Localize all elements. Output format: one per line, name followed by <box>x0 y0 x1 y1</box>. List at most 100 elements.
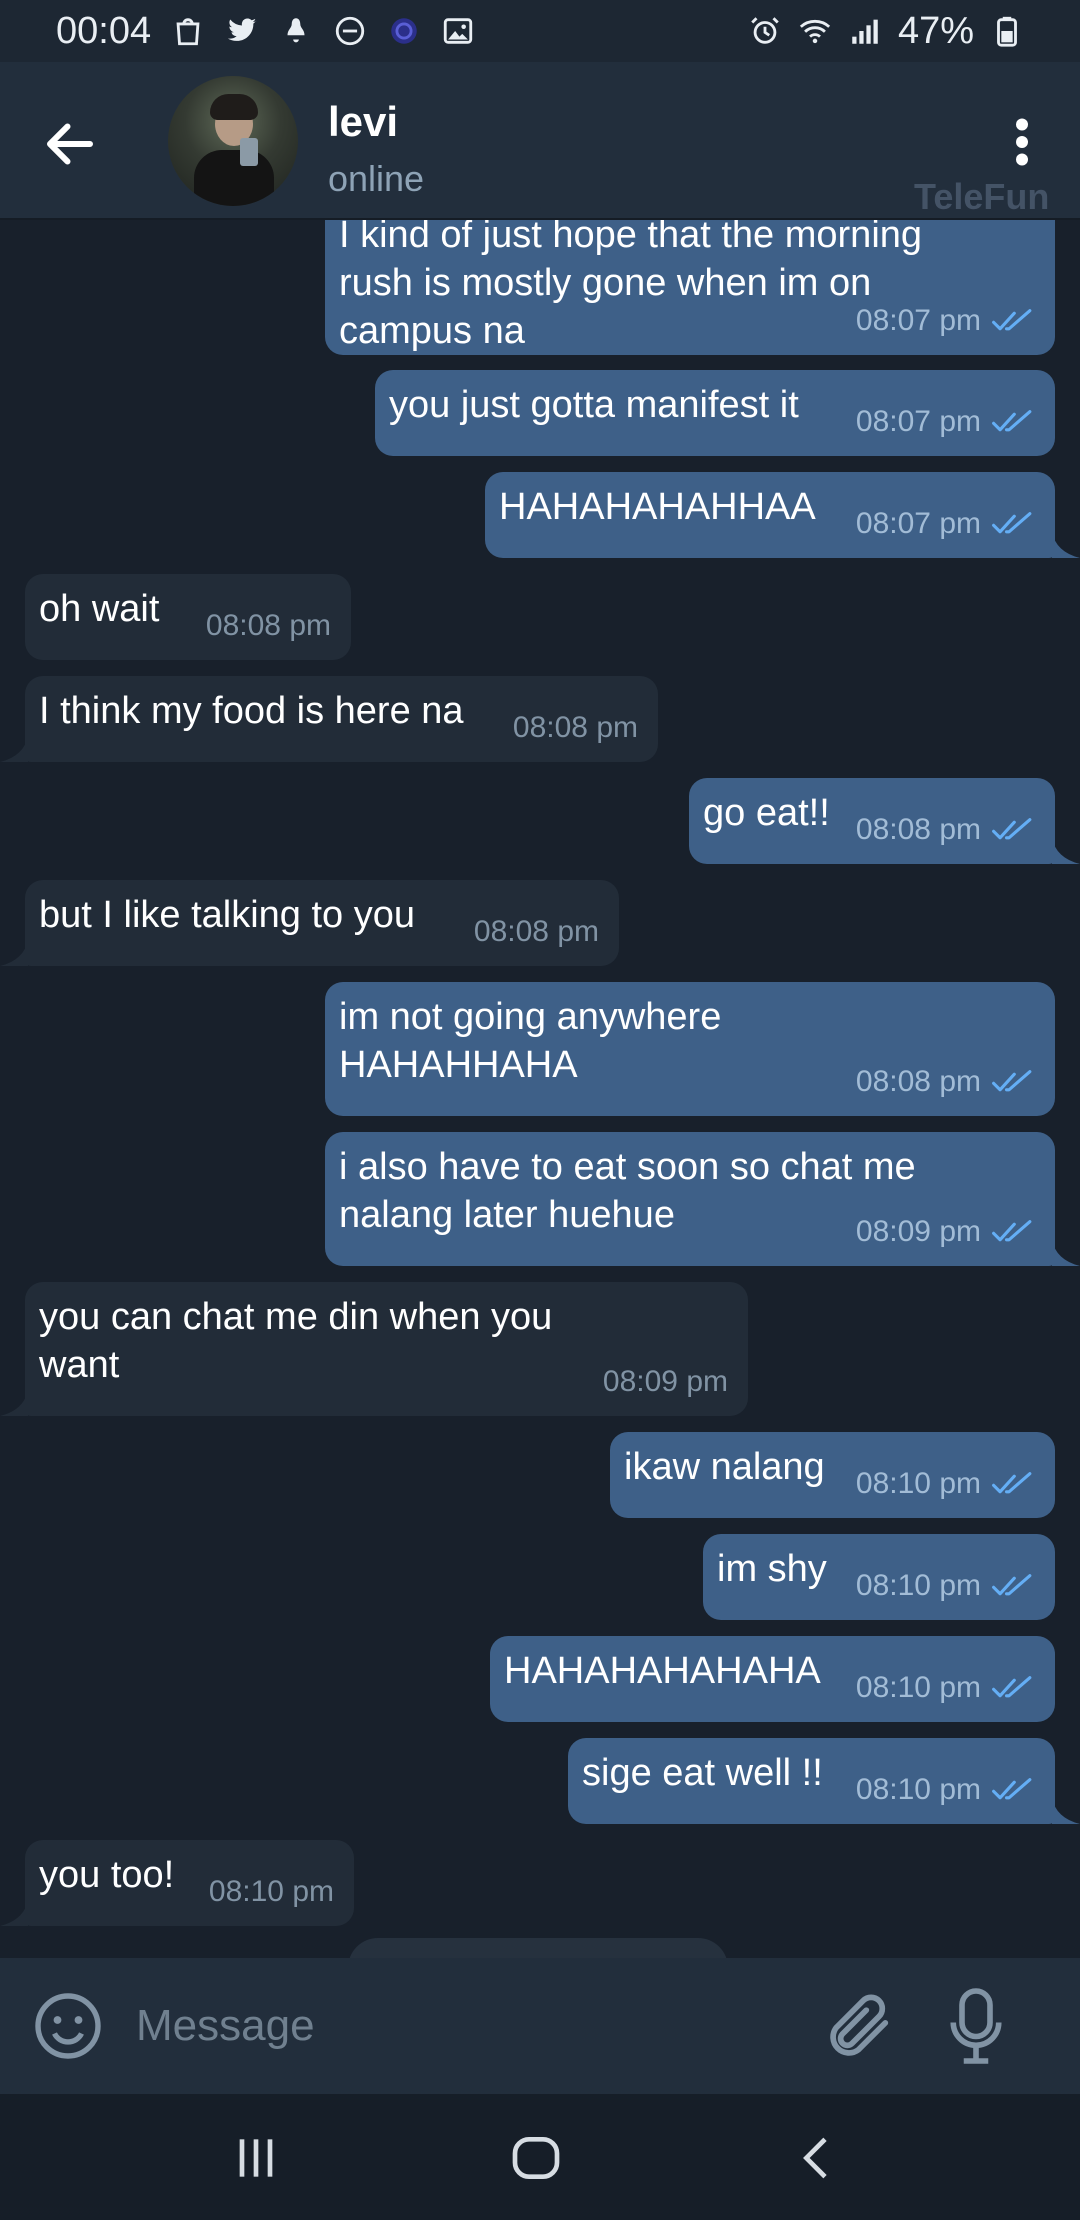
incoming-message[interactable]: you can chat me din when you want 08:09 pm <box>0 1282 1080 1416</box>
message-bubble[interactable]: sige eat well !! 08:10 pm <box>568 1738 1055 1824</box>
message-time: 08:10 pm <box>855 1671 981 1704</box>
message-time: 08:08 pm <box>512 711 638 744</box>
bubble-tail <box>0 736 28 762</box>
message-meta: 08:07 pm <box>856 500 1035 548</box>
message-text: im not going anywhere <box>339 996 722 1038</box>
incoming-message[interactable]: but I like talking to you 08:08 pm <box>0 880 1080 966</box>
message-input[interactable] <box>136 1988 796 2064</box>
contact-avatar[interactable] <box>168 76 298 206</box>
contact-status: online <box>328 158 425 199</box>
outgoing-message[interactable]: HAHAHAHAHAHA 08:10 pm <box>0 1636 1080 1722</box>
message-bubble[interactable]: HAHAHAHAHHAA 08:07 pm <box>485 472 1055 558</box>
read-receipt-icon <box>992 1070 1032 1092</box>
bubble-tail <box>1052 1240 1080 1266</box>
signal-icon <box>852 19 878 44</box>
dnd-icon <box>335 16 365 46</box>
outgoing-message[interactable]: im not going anywhere HAHAHHAHA 08:08 pm <box>0 982 1080 1116</box>
outgoing-message[interactable]: im shy 08:10 pm <box>0 1534 1080 1620</box>
contact-name[interactable]: levi <box>328 98 398 146</box>
gallery-icon <box>443 18 473 44</box>
message-meta: 08:09 pm <box>603 1358 728 1406</box>
message-time: 08:08 pm <box>205 609 331 642</box>
bubble-tail <box>0 1390 28 1416</box>
read-receipt-icon <box>992 818 1032 840</box>
outgoing-message[interactable]: you just gotta manifest it 08:07 pm <box>0 370 1080 456</box>
back-arrow-icon[interactable] <box>40 114 100 174</box>
message-text: i also have to eat soon so chat me <box>339 1146 916 1188</box>
message-time: 08:10 pm <box>208 1875 334 1908</box>
message-meta: 08:08 pm <box>206 602 331 650</box>
read-receipt-icon <box>992 1778 1032 1800</box>
message-time: 08:08 pm <box>855 813 981 846</box>
outgoing-message[interactable]: go eat!! 08:08 pm <box>0 778 1080 864</box>
message-meta: 08:08 pm <box>856 1058 1035 1106</box>
message-bubble[interactable]: I think my food is here na 08:08 pm <box>25 676 658 762</box>
message-bubble[interactable]: go eat!! 08:08 pm <box>689 778 1055 864</box>
read-receipt-icon <box>992 1220 1032 1242</box>
outgoing-message[interactable]: ikaw nalang 08:10 pm <box>0 1432 1080 1518</box>
attach-icon[interactable] <box>822 1986 898 2066</box>
read-receipt-icon <box>992 309 1032 331</box>
notification-icon <box>287 18 305 43</box>
alarm-icon <box>751 17 779 44</box>
message-bubble[interactable]: you too! 08:10 pm <box>25 1840 354 1926</box>
bubble-tail <box>1052 532 1080 558</box>
message-meta: 08:10 pm <box>856 1562 1035 1610</box>
message-time: 08:07 pm <box>855 304 981 337</box>
home-icon[interactable] <box>506 2130 566 2186</box>
outgoing-message[interactable]: i also have to eat soon so chat me nalang… <box>0 1132 1080 1266</box>
message-meta: 08:10 pm <box>856 1460 1035 1508</box>
outgoing-message[interactable]: I kind of just hope that the morning rush… <box>0 200 1080 355</box>
message-bubble[interactable]: oh wait 08:08 pm <box>25 574 351 660</box>
message-meta: 08:10 pm <box>856 1766 1035 1814</box>
message-time: 08:07 pm <box>855 507 981 540</box>
battery-percent: 47% <box>897 9 974 52</box>
chat-header: levi online TeleFun <box>0 62 1080 220</box>
message-bubble[interactable]: i also have to eat soon so chat me nalang… <box>325 1132 1055 1266</box>
more-vertical-icon[interactable] <box>1004 112 1040 172</box>
message-time: 08:10 pm <box>855 1569 981 1602</box>
twitter-icon <box>227 18 257 41</box>
read-receipt-icon <box>992 1676 1032 1698</box>
message-time: 08:07 pm <box>855 405 981 438</box>
message-bubble[interactable]: I kind of just hope that the morning rush… <box>325 200 1055 355</box>
message-time: 08:08 pm <box>855 1065 981 1098</box>
recents-icon[interactable] <box>226 2130 286 2186</box>
bubble-tail <box>1052 838 1080 864</box>
incoming-message[interactable]: oh wait 08:08 pm <box>0 574 1080 660</box>
message-meta: 08:08 pm <box>474 908 599 956</box>
status-time: 00:04 <box>56 9 152 52</box>
message-time: 08:08 pm <box>473 915 599 948</box>
incoming-message[interactable]: you too! 08:10 pm <box>0 1840 1080 1926</box>
status-bar: 00:04 47% <box>0 0 1080 62</box>
message-bubble[interactable]: you just gotta manifest it 08:07 pm <box>375 370 1055 456</box>
message-bubble[interactable]: HAHAHAHAHAHA 08:10 pm <box>490 1636 1055 1722</box>
message-bubble[interactable]: ikaw nalang 08:10 pm <box>610 1432 1055 1518</box>
bubble-tail <box>0 1900 28 1926</box>
incoming-message[interactable]: I think my food is here na 08:08 pm <box>0 676 1080 762</box>
message-bubble[interactable]: im shy 08:10 pm <box>703 1534 1055 1620</box>
message-meta: 08:07 pm <box>856 398 1035 446</box>
read-receipt-icon <box>992 512 1032 534</box>
read-receipt-icon <box>992 1472 1032 1494</box>
bubble-tail <box>1052 1798 1080 1824</box>
outgoing-message[interactable]: sige eat well !! 08:10 pm <box>0 1738 1080 1824</box>
message-text: you can chat me din when you <box>39 1296 553 1338</box>
app-watermark: TeleFun <box>914 176 1050 217</box>
message-time: 08:09 pm <box>855 1215 981 1248</box>
message-meta: 08:10 pm <box>856 1664 1035 1712</box>
shop-icon <box>176 18 200 46</box>
back-nav-icon[interactable] <box>788 2130 848 2186</box>
wifi-icon <box>799 19 831 44</box>
message-meta: 08:09 pm <box>856 1208 1035 1256</box>
message-bubble[interactable]: you can chat me din when you want 08:09 pm <box>25 1282 748 1416</box>
message-bubble[interactable]: but I like talking to you 08:08 pm <box>25 880 619 966</box>
message-time: 08:09 pm <box>602 1365 728 1398</box>
bubble-tail <box>0 940 28 966</box>
message-meta: 08:08 pm <box>856 806 1035 854</box>
message-list[interactable]: I kind of just hope that the morning rush… <box>0 0 1080 1958</box>
message-bubble[interactable]: im not going anywhere HAHAHHAHA 08:08 pm <box>325 982 1055 1116</box>
outgoing-message[interactable]: HAHAHAHAHHAA 08:07 pm <box>0 472 1080 558</box>
emoji-icon[interactable] <box>32 1990 104 2062</box>
microphone-icon[interactable] <box>946 1984 1006 2068</box>
